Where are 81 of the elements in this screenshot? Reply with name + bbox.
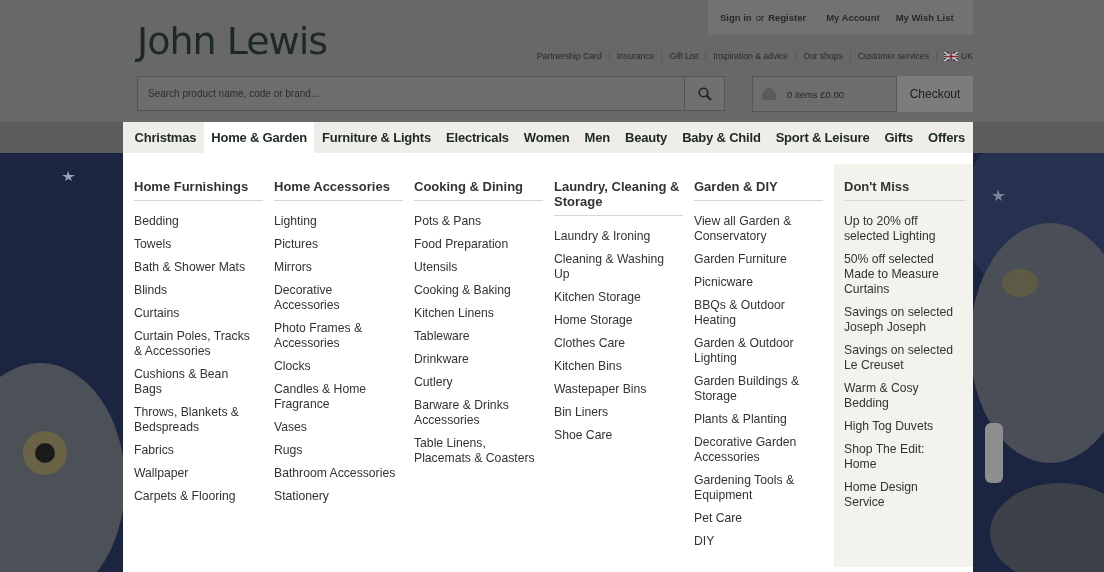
menu-link[interactable]: Laundry & Ironing — [554, 229, 678, 244]
nav-tab[interactable]: Christmas — [127, 122, 204, 153]
menu-link[interactable]: Bathroom Accessories — [274, 466, 398, 481]
column-heading: Cooking & Dining — [414, 179, 543, 201]
menu-link[interactable]: Lighting — [274, 214, 398, 229]
menu-link[interactable]: Cutlery — [414, 375, 538, 390]
menu-link[interactable]: Pictures — [274, 237, 398, 252]
menu-link[interactable]: Stationery — [274, 489, 398, 504]
menu-link[interactable]: Up to 20% off selected Lighting — [844, 214, 957, 244]
menu-link[interactable]: Plants & Planting — [694, 412, 818, 427]
nav-tab[interactable]: Women — [516, 122, 578, 153]
flag-icon — [943, 51, 958, 61]
nav-tab[interactable]: Sport & Leisure — [768, 122, 877, 153]
menu-link[interactable]: Throws, Blankets & Bedspreads — [134, 405, 258, 435]
menu-link[interactable]: Tableware — [414, 329, 538, 344]
menu-link[interactable]: Decorative Accessories — [274, 283, 398, 313]
menu-link[interactable]: Garden Buildings & Storage — [694, 374, 818, 404]
column-heading: Laundry, Cleaning & Storage — [554, 179, 683, 216]
menu-link[interactable]: Garden Furniture — [694, 252, 818, 267]
menu-link[interactable]: Pet Care — [694, 511, 818, 526]
menu-link[interactable]: Blinds — [134, 283, 258, 298]
menu-link[interactable]: Kitchen Bins — [554, 359, 678, 374]
menu-link[interactable]: Cushions & Bean Bags — [134, 367, 258, 397]
nav-tab[interactable]: Furniture & Lights — [314, 122, 439, 153]
menu-link[interactable]: Mirrors — [274, 260, 398, 275]
menu-link[interactable]: Decorative Garden Accessories — [694, 435, 818, 465]
menu-link[interactable]: Table Linens, Placemats & Coasters — [414, 436, 538, 466]
menu-link[interactable]: Clocks — [274, 359, 398, 374]
menu-link[interactable]: Warm & Cosy Bedding — [844, 381, 957, 411]
menu-link[interactable]: Clothes Care — [554, 336, 678, 351]
menu-link[interactable]: Kitchen Linens — [414, 306, 538, 321]
menu-link[interactable]: Vases — [274, 420, 398, 435]
menu-link[interactable]: Garden & Outdoor Lighting — [694, 336, 818, 366]
menu-link[interactable]: Bedding — [134, 214, 258, 229]
nav-tab[interactable]: Beauty — [617, 122, 675, 153]
menu-link[interactable]: Kitchen Storage — [554, 290, 678, 305]
menu-link[interactable]: Photo Frames & Accessories — [274, 321, 398, 351]
menu-link[interactable]: Bath & Shower Mats — [134, 260, 258, 275]
menu-link[interactable]: View all Garden & Conservatory — [694, 214, 818, 244]
column-heading: Home Accessories — [274, 179, 403, 201]
menu-link[interactable]: Cooking & Baking — [414, 283, 538, 298]
nav-tab[interactable]: Offers — [920, 122, 973, 153]
nav-tab[interactable]: Baby & Child — [674, 122, 769, 153]
menu-link[interactable]: Home Design Service — [844, 480, 957, 510]
separator-text: or — [755, 12, 765, 23]
menu-link[interactable]: BBQs & Outdoor Heating — [694, 298, 818, 328]
nav-tab[interactable]: Gifts — [876, 122, 921, 153]
menu-link[interactable]: Home Storage — [554, 313, 678, 328]
menu-link[interactable]: 50% off selected Made to Measure Curtains — [844, 252, 957, 297]
menu-link[interactable]: Curtains — [134, 306, 258, 321]
menu-link[interactable]: Rugs — [274, 443, 398, 458]
menu-link[interactable]: Shop The Edit: Home — [844, 442, 957, 472]
menu-link[interactable]: Shoe Care — [554, 428, 678, 443]
menu-link[interactable]: Picnicware — [694, 275, 818, 290]
menu-link[interactable]: Towels — [134, 237, 258, 252]
menu-link[interactable]: Wastepaper Bins — [554, 382, 678, 397]
menu-link[interactable]: Fabrics — [134, 443, 258, 458]
menu-link[interactable]: DIY — [694, 534, 818, 549]
menu-link[interactable]: Wallpaper — [134, 466, 258, 481]
menu-link[interactable]: Gardening Tools & Equipment — [694, 473, 818, 503]
nav-tab[interactable]: Electricals — [438, 122, 517, 153]
menu-link[interactable]: High Tog Duvets — [844, 419, 957, 434]
column-heading: Home Furnishings — [134, 179, 263, 201]
menu-link[interactable]: Barware & Drinks Accessories — [414, 398, 538, 428]
nav-tab[interactable]: Men — [577, 122, 618, 153]
nav-tab[interactable]: Home & Garden — [203, 122, 315, 153]
menu-link[interactable]: Carpets & Flooring — [134, 489, 258, 504]
menu-link[interactable]: Curtain Poles, Tracks & Accessories — [134, 329, 258, 359]
search-icon — [697, 86, 712, 101]
menu-link[interactable]: Candles & Home Fragrance — [274, 382, 398, 412]
column-heading: Don't Miss — [844, 179, 965, 201]
menu-link[interactable]: Utensils — [414, 260, 538, 275]
menu-link[interactable]: Savings on selected Le Creuset — [844, 343, 957, 373]
menu-link[interactable]: Drinkware — [414, 352, 538, 367]
column-heading: Garden & DIY — [694, 179, 823, 201]
menu-link[interactable]: Savings on selected Joseph Joseph — [844, 305, 957, 335]
menu-link[interactable]: Bin Liners — [554, 405, 678, 420]
checkout-button[interactable]: Checkout — [897, 76, 973, 112]
menu-link[interactable]: Pots & Pans — [414, 214, 538, 229]
menu-link[interactable]: Cleaning & Washing Up — [554, 252, 678, 282]
menu-link[interactable]: Food Preparation — [414, 237, 538, 252]
